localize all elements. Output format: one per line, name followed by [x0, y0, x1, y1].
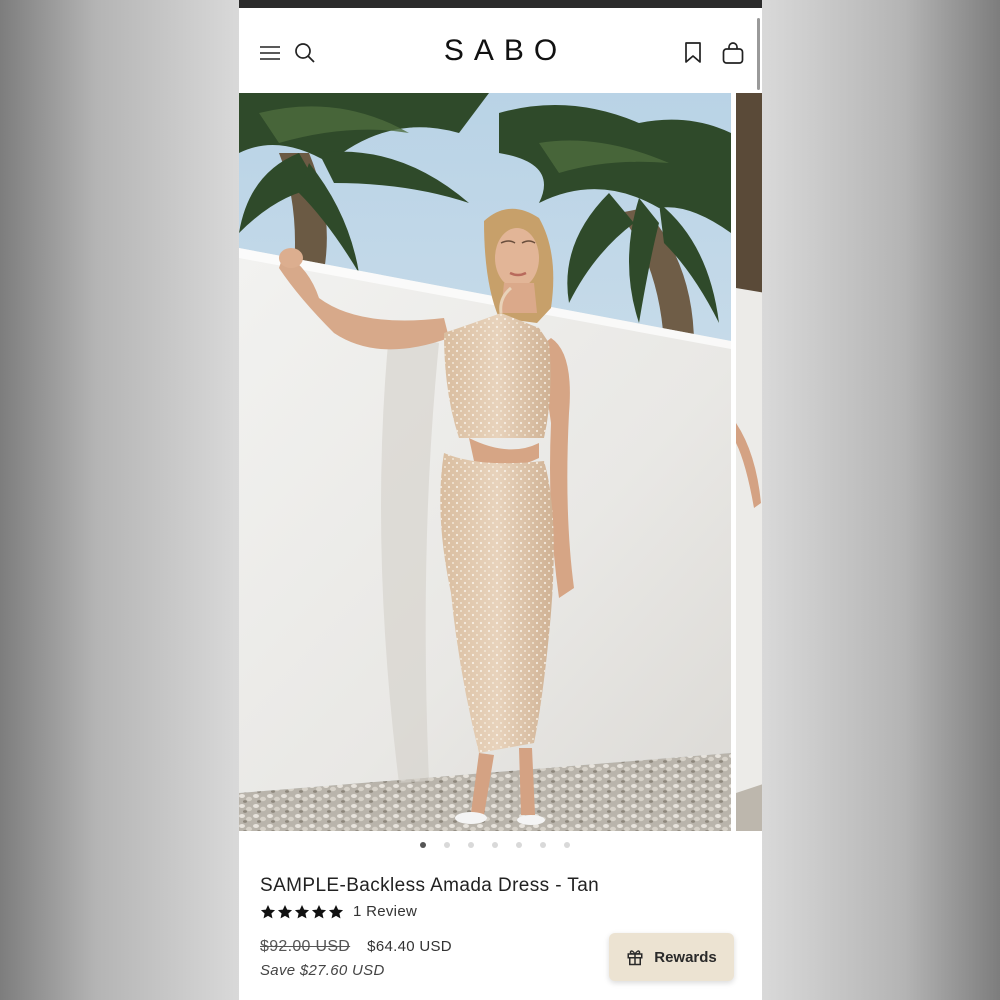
sale-price: $64.40 USD	[367, 938, 452, 955]
product-photo-next[interactable]	[736, 93, 762, 831]
star-icon	[294, 904, 310, 918]
bookmark-icon	[685, 42, 701, 63]
rating-stars[interactable]	[260, 904, 344, 920]
star-icon	[260, 904, 276, 918]
gallery-dot[interactable]	[419, 842, 426, 848]
background-left	[0, 0, 239, 1000]
status-bar	[239, 0, 762, 8]
product-image-gallery[interactable]	[239, 93, 762, 831]
brand-logo[interactable]: SABO	[400, 34, 601, 68]
price-row: $92.00 USD $64.40 USD	[260, 938, 452, 956]
gallery-dot[interactable]	[467, 842, 474, 848]
site-header: SABO	[239, 14, 762, 92]
gallery-dot[interactable]	[491, 842, 498, 848]
gallery-dot[interactable]	[443, 842, 450, 848]
star-icon	[277, 904, 293, 918]
gallery-pagination	[239, 842, 762, 852]
product-title: SAMPLE-Backless Amada Dress - Tan	[260, 875, 600, 896]
product-photo-main[interactable]	[239, 93, 731, 831]
search-icon	[295, 43, 315, 63]
star-icon	[311, 904, 327, 918]
background-right	[762, 0, 1000, 1000]
phone-screen: SABO SAMPLE-Backless Amada Dress - Tan 1…	[239, 0, 762, 1000]
search-button[interactable]	[290, 38, 320, 68]
star-icon	[328, 904, 344, 918]
menu-button[interactable]	[255, 38, 285, 68]
gallery-dot[interactable]	[515, 842, 522, 848]
gift-icon	[627, 950, 643, 966]
cart-button[interactable]	[718, 38, 748, 68]
original-price: $92.00 USD	[260, 938, 351, 955]
shopping-bag-icon	[722, 42, 744, 64]
rewards-button[interactable]: Rewards	[609, 933, 734, 981]
product-rating: 1 Review	[260, 903, 417, 920]
gallery-dot[interactable]	[563, 842, 570, 848]
review-count-link[interactable]: 1 Review	[353, 903, 417, 920]
wishlist-button[interactable]	[678, 38, 708, 68]
rewards-label: Rewards	[654, 948, 717, 966]
savings-text: Save $27.60 USD	[260, 962, 385, 979]
hamburger-menu-icon	[260, 46, 280, 60]
gallery-dot[interactable]	[539, 842, 546, 848]
